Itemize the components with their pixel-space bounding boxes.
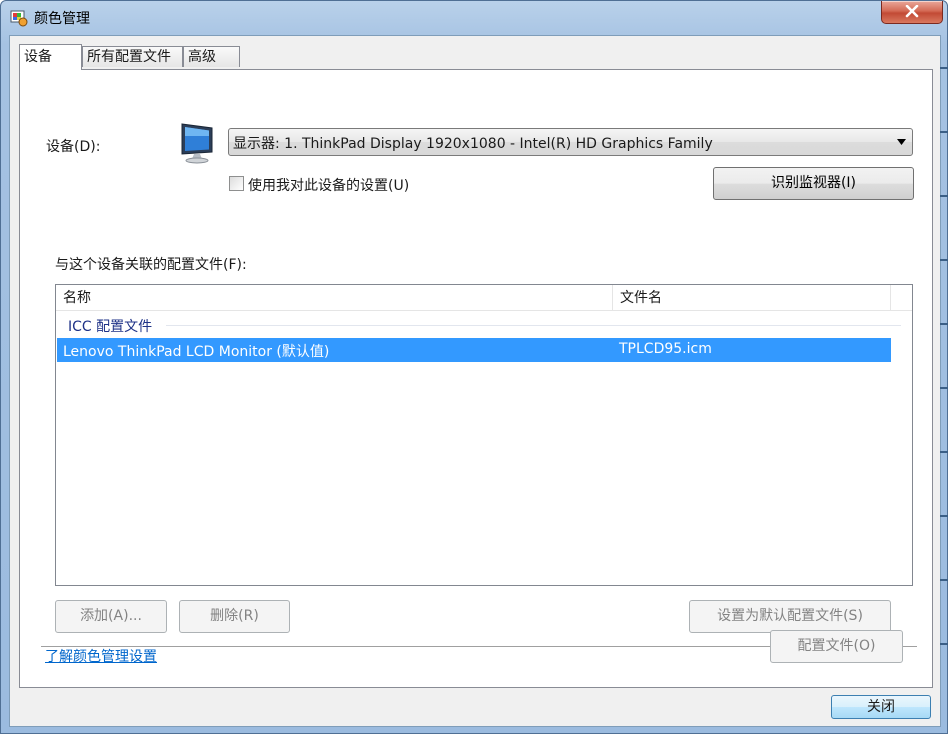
tab-label: 设备 bbox=[24, 49, 52, 65]
group-header-icc[interactable]: ICC 配置文件 bbox=[68, 316, 152, 336]
tab-label: 高级 bbox=[188, 49, 216, 65]
list-header: 名称 文件名 bbox=[56, 285, 912, 311]
monitor-icon bbox=[181, 123, 213, 164]
profiles-button[interactable]: 配置文件(O) bbox=[770, 630, 903, 663]
column-header-filename[interactable]: 文件名 bbox=[613, 285, 891, 310]
tab-advanced[interactable]: 高级 bbox=[183, 46, 240, 67]
device-label: 设备(D): bbox=[46, 139, 101, 155]
row-name: Lenovo ThinkPad LCD Monitor (默认值) bbox=[63, 344, 330, 360]
tab-all-profiles[interactable]: 所有配置文件 bbox=[82, 46, 183, 67]
window-title: 颜色管理 bbox=[34, 11, 90, 27]
associated-profiles-label: 与这个设备关联的配置文件(F): bbox=[55, 257, 247, 273]
identify-monitors-button[interactable]: 识别监视器(I) bbox=[713, 167, 914, 200]
dialog-client: 设备 所有配置文件 高级 设备(D): 显示器: 1. ThinkPad Dis… bbox=[9, 35, 941, 727]
close-icon bbox=[905, 5, 919, 18]
learn-color-settings-link[interactable]: 了解颜色管理设置 bbox=[45, 646, 157, 666]
device-select-value: 显示器: 1. ThinkPad Display 1920x1080 - Int… bbox=[233, 136, 713, 152]
close-button-label: 关闭 bbox=[867, 699, 895, 715]
profiles-list[interactable]: 名称 文件名 ICC 配置文件 Lenovo ThinkPad LCD Moni… bbox=[55, 284, 913, 586]
row-file: TPLCD95.icm bbox=[619, 341, 712, 357]
profiles-button-label: 配置文件(O) bbox=[797, 638, 876, 654]
tab-devices[interactable]: 设备 bbox=[19, 44, 82, 70]
add-profile-button[interactable]: 添加(A)... bbox=[55, 600, 167, 633]
devices-panel: 设备(D): 显示器: 1. ThinkPad Display 1920x108… bbox=[19, 69, 933, 688]
group-divider bbox=[166, 325, 901, 326]
identify-monitors-label: 识别监视器(I) bbox=[770, 175, 857, 191]
add-profile-label: 添加(A)... bbox=[80, 608, 142, 624]
set-default-profile-label: 设置为默认配置文件(S) bbox=[717, 608, 863, 624]
set-default-profile-button[interactable]: 设置为默认配置文件(S) bbox=[689, 600, 891, 633]
column-header-name[interactable]: 名称 bbox=[56, 285, 613, 310]
tab-label: 所有配置文件 bbox=[87, 49, 171, 65]
window-close-button[interactable] bbox=[881, 1, 943, 24]
device-select[interactable]: 显示器: 1. ThinkPad Display 1920x1080 - Int… bbox=[228, 128, 913, 156]
use-device-settings-checkbox[interactable] bbox=[229, 176, 244, 191]
table-row[interactable]: Lenovo ThinkPad LCD Monitor (默认值) TPLCD9… bbox=[57, 338, 891, 362]
edge-decoration bbox=[940, 35, 948, 725]
use-device-settings-label[interactable]: 使用我对此设备的设置(U) bbox=[248, 175, 409, 195]
remove-profile-label: 删除(R) bbox=[210, 608, 259, 624]
chevron-down-icon bbox=[897, 139, 906, 145]
close-button[interactable]: 关闭 bbox=[831, 695, 931, 719]
title-bar[interactable]: 颜色管理 bbox=[1, 1, 947, 35]
remove-profile-button[interactable]: 删除(R) bbox=[179, 600, 290, 633]
color-management-icon bbox=[10, 10, 28, 27]
color-management-window: 颜色管理 设备 所有配置文件 高级 设备(D): 显示器: 1. ThinkPa… bbox=[0, 0, 948, 734]
